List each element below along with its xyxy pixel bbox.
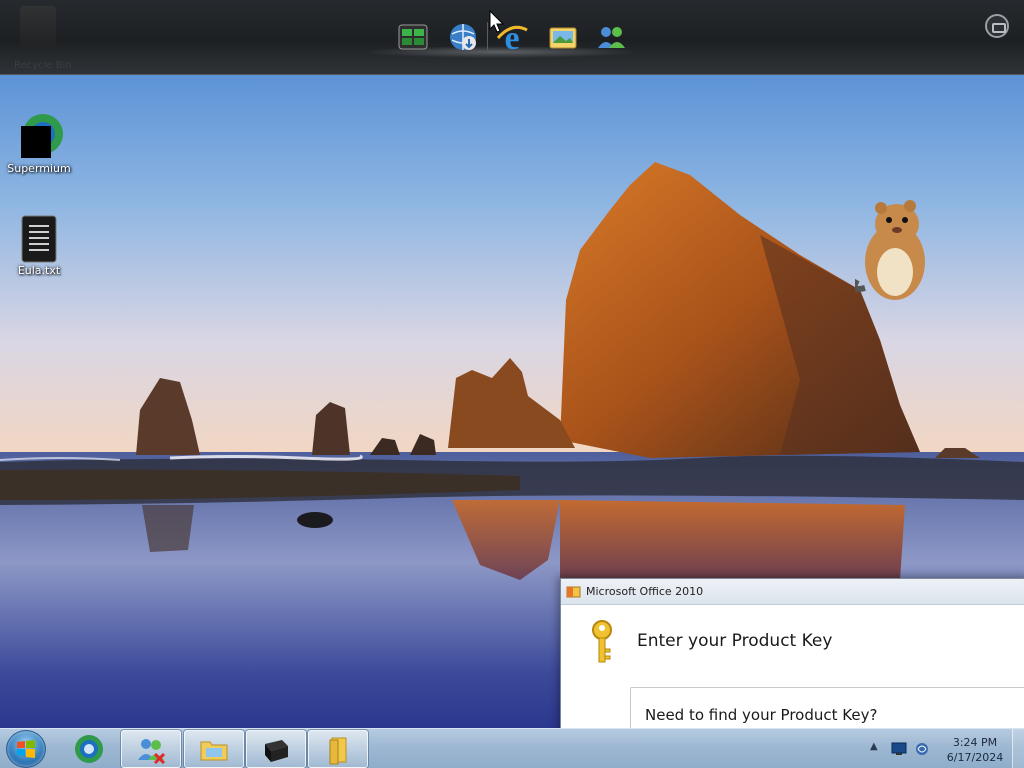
recycle-bin-icon[interactable] <box>20 6 56 50</box>
show-hidden-icons-arrow[interactable]: ▲ <box>870 741 878 752</box>
documents-folder-icon <box>329 737 347 765</box>
product-key-icon <box>592 620 612 663</box>
taskbar-button-messenger[interactable] <box>121 730 181 768</box>
messenger-icon <box>138 739 166 765</box>
mouse-cursor-icon <box>489 10 505 33</box>
desktop-icon-label: Eula.txt <box>17 264 61 277</box>
dialog-heading: Enter your Product Key <box>637 631 833 651</box>
svg-text:e: e <box>504 20 519 54</box>
taskbar-button-terminal[interactable] <box>246 730 306 768</box>
text-file-icon <box>21 215 57 263</box>
taskbar-button-explorer[interactable] <box>184 730 244 768</box>
volume-network-icon[interactable] <box>914 741 930 757</box>
task-manager-icon[interactable] <box>396 20 430 54</box>
windows-logo-icon <box>17 740 35 758</box>
desktop-icon-label: Supermium <box>7 162 71 175</box>
office-product-key-dialog: Microsoft Office 2010 Enter your Product… <box>560 578 1024 747</box>
find-product-key-text: Need to find your Product Key? <box>645 706 878 724</box>
clock-time: 3:24 PM <box>952 736 998 749</box>
terminal-window-icon <box>265 740 288 762</box>
hamster-pet-icon[interactable] <box>855 200 935 305</box>
clock-date: 6/17/2024 <box>946 751 1004 764</box>
office-setup-icon <box>566 586 581 598</box>
supermium-browser-icon <box>75 735 103 763</box>
taskbar-pinned-supermium[interactable] <box>60 730 120 768</box>
file-explorer-icon <box>200 741 228 761</box>
show-desktop-button[interactable] <box>1012 729 1024 768</box>
top-dock: Recycle Bin e <box>0 0 1024 75</box>
system-clock[interactable]: 3:24 PM 6/17/2024 <box>940 735 1010 765</box>
taskbar: ▲ 3:24 PM 6/17/2024 <box>0 728 1024 768</box>
dock-separator <box>487 22 488 50</box>
dialog-titlebar[interactable]: Microsoft Office 2010 <box>561 579 1024 605</box>
photo-viewer-icon[interactable] <box>546 20 580 54</box>
network-monitor-icon[interactable] <box>891 742 907 756</box>
start-button[interactable] <box>6 730 46 768</box>
network-globe-icon[interactable] <box>446 20 480 54</box>
users-icon[interactable] <box>594 20 628 54</box>
recycle-bin-label: Recycle Bin <box>14 60 72 71</box>
dock-settings-icon[interactable] <box>985 14 1009 38</box>
taskbar-button-documents[interactable] <box>308 730 368 768</box>
desktop-icon-supermium[interactable]: Supermium <box>4 112 74 175</box>
supermium-browser-icon <box>21 114 63 158</box>
desktop-icon-eula[interactable]: Eula.txt <box>4 214 74 277</box>
dialog-title: Microsoft Office 2010 <box>586 585 704 598</box>
